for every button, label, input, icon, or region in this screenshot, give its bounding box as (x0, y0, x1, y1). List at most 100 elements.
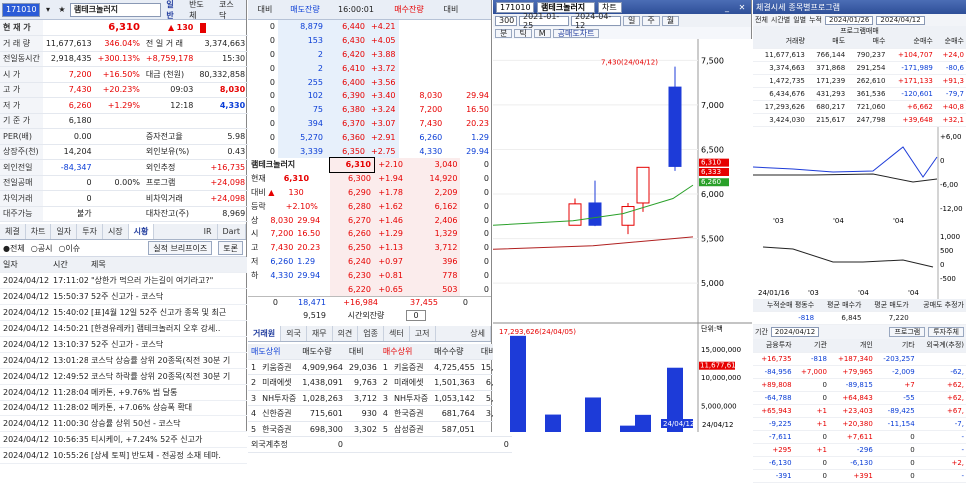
opt-cum[interactable]: 누적 (809, 15, 822, 25)
broker-row[interactable]: 3NH투자증1,028,2633,7123NH투자증1,053,1425,203 (248, 390, 512, 407)
week-button[interactable]: 주 (642, 15, 660, 26)
bid-row[interactable]: 하 4,330 29.94 6,230 +0.81 778 0 (248, 268, 492, 283)
broker-row[interactable]: 1키움증권4,909,96429,0361키움증권4,725,45515,314 (248, 359, 512, 376)
table-row: 전일공매 0 0.00% 프로그램 +24,098 (0, 175, 249, 191)
period-input[interactable]: 300 (495, 15, 517, 26)
candlestick-chart[interactable]: 7,500 7,000 6,500 6,000 5,500 5,000 7,430(24/0… (493, 39, 752, 432)
bid-qty: 1,329 (405, 226, 461, 241)
ask-row[interactable]: 0 8,879 6,440 +4.21 (248, 20, 492, 34)
news-row[interactable]: 2024/04/12 10:56:35 티시케이, +7.24% 52주 신고가 (0, 431, 247, 449)
news-row[interactable]: 2024/04/12 15:50:37 52주 신고가 - 코스닥 (0, 288, 247, 306)
candle[interactable] (621, 206, 635, 226)
ask-row[interactable]: 0 102 6,390 +3.40 8,030 29.94 (248, 88, 492, 103)
volume-bar[interactable] (585, 397, 601, 432)
star-icon[interactable]: ★ (56, 4, 68, 16)
stock-name-field[interactable]: 램테크놀러지 (69, 2, 162, 17)
from-date[interactable]: 2021-01-25 (519, 12, 569, 30)
bid-row[interactable]: 현재 6,310 6,300 +1.94 14,920 0 (248, 171, 492, 186)
broker-row[interactable]: 2미래에셋1,438,0919,7632미래에셋1,501,3636,341 (248, 374, 512, 391)
tab-invest[interactable]: 투자 (77, 224, 103, 239)
tab-chart[interactable]: 차트 (26, 224, 52, 239)
ir-button[interactable]: IR (199, 224, 218, 239)
tab-trade-quote[interactable]: 체결시세 (756, 2, 785, 13)
detail-button[interactable]: 상세 (465, 325, 491, 341)
news-row[interactable]: 2024/04/12 11:28:02 메카톤, +7.06% 상승폭 확대 (0, 400, 247, 417)
ob-col-diff: 대비 (257, 5, 273, 14)
investor-cell: +187,340 (828, 352, 875, 366)
minimize-icon[interactable]: _ (721, 1, 733, 13)
radio-notice[interactable]: ○공시 (31, 243, 53, 254)
m-button[interactable]: M (533, 28, 551, 38)
news-row[interactable]: 2024/04/12 13:01:28 코스닥 상승률 상위 20종목(직전 30분… (0, 352, 247, 369)
day-button[interactable]: 일 (623, 15, 641, 26)
candle[interactable] (668, 86, 682, 167)
dart-button[interactable]: Dart (218, 224, 246, 239)
program-button[interactable]: 프로그램 (889, 327, 926, 337)
investor-date[interactable]: 2024/04/12 (770, 327, 820, 337)
ask-row[interactable]: 0 3,339 6,350 +2.75 4,330 29.94 (248, 144, 492, 158)
ask-row[interactable]: 0 394 6,370 +3.07 7,430 20.23 (248, 116, 492, 131)
bid-row[interactable]: 시 7,200 16.50 6,260 +1.29 1,329 0 (248, 226, 492, 241)
investor-button[interactable]: 투자주체 (928, 327, 964, 337)
tick-button[interactable]: 틱 (514, 28, 532, 38)
bid-row[interactable]: 고 7,430 20.23 6,250 +1.13 3,712 0 (248, 240, 492, 255)
close-icon[interactable]: ✕ (736, 1, 748, 13)
news-row[interactable]: 2024/04/12 14:50:21 [한경유레카] 램테크놀러지 오후 강세.. (0, 320, 247, 337)
bid-row[interactable]: 등락 +2.10% 6,280 +1.62 6,162 0 (248, 199, 492, 214)
news-row[interactable]: 2024/04/12 17:11:02 "상한가 먹으러 가는길이 여기라고?" (0, 272, 247, 290)
tab-news[interactable]: 시황 (128, 224, 155, 239)
stock-code-input[interactable]: 171010 (2, 2, 40, 17)
news-row[interactable]: 2024/04/12 11:28:04 메카톤, +9.76% 범 달통 (0, 384, 247, 401)
tab-foreign[interactable]: 외국 (281, 325, 307, 341)
volume-bar[interactable] (620, 425, 636, 432)
ask-row[interactable]: 0 2 6,420 +3.88 (248, 47, 492, 62)
candle[interactable] (568, 203, 582, 226)
tab-market[interactable]: 시장 (103, 224, 129, 239)
bid-row[interactable]: 저 6,260 1.29 6,240 +0.97 396 0 (248, 254, 492, 269)
volume-bar[interactable] (545, 414, 561, 432)
tab-finance[interactable]: 재무 (307, 325, 333, 341)
brief-button[interactable]: 실적 브리프이즈 (148, 241, 213, 255)
search-icon[interactable]: ▾ (42, 4, 54, 16)
ask-row[interactable]: 0 2 6,410 +3.72 (248, 61, 492, 76)
minute-button[interactable]: 분 (495, 28, 513, 38)
news-row[interactable]: 2024/04/12 15:40:02 [표]4월 12일 52주 신고가 종목 및… (0, 304, 247, 322)
tab-daily[interactable]: 일자 (51, 224, 78, 239)
bid-row[interactable]: 대비 ▲ 130 6,290 +1.78 2,209 0 (248, 185, 492, 200)
tab-opinion[interactable]: 의견 (333, 325, 359, 341)
news-row[interactable]: 2024/04/12 12:49:52 코스닥 하락률 상위 20종목(직전 30분… (0, 368, 247, 385)
candle[interactable] (636, 166, 650, 204)
month-button[interactable]: 월 (661, 15, 680, 26)
volume-bar[interactable] (635, 414, 651, 432)
opt-all[interactable]: 전체 (755, 15, 768, 25)
tab-broker[interactable]: 거래원 (248, 325, 282, 341)
ask-row[interactable]: 0 255 6,400 +3.56 (248, 75, 492, 89)
bid-row[interactable]: 6,220 +0.65 503 0 (248, 282, 492, 296)
short-chart-button[interactable]: 공매도차트 (552, 28, 600, 38)
opt-time[interactable]: 시간별 (771, 15, 790, 25)
news-row[interactable]: 2024/04/12 10:55:26 [상세 토픽] 반도체 - 전공정 소재 테… (0, 447, 247, 465)
ask-row[interactable]: 0 5,270 6,360 +2.91 6,260 1.29 (248, 130, 492, 145)
tab-hilo[interactable]: 고저 (410, 325, 436, 341)
news-row[interactable]: 2024/04/12 13:10:37 52주 신고가 - 코스닥 (0, 336, 247, 353)
right-to[interactable]: 2024/04/12 (876, 15, 925, 25)
tab-trade[interactable]: 체결 (0, 224, 26, 239)
radio-all[interactable]: ●전체 (3, 243, 25, 254)
volume-bar[interactable] (510, 335, 526, 432)
broker-row[interactable]: 4신한증권715,6019304한국증권681,7643,074 (248, 405, 512, 422)
bid-row[interactable]: 램테크놀러지 6,310 +2.10 3,040 0 (248, 156, 492, 173)
tab-industry[interactable]: 업종 (358, 325, 385, 341)
candle[interactable] (588, 202, 602, 226)
ask-row[interactable]: 0 75 6,380 +3.24 7,200 16.50 (248, 102, 492, 117)
radio-issue[interactable]: ○이슈 (58, 243, 80, 254)
right-from[interactable]: 2024/01/26 (825, 15, 874, 25)
news-row[interactable]: 2024/04/12 11:00:30 상승률 상위 50선 - 코스닥 (0, 415, 247, 433)
tab-program[interactable]: 종목별프로그램 (788, 2, 840, 13)
to-date[interactable]: 2024-04-12 (571, 12, 621, 30)
bid-row[interactable]: 상 8,030 29.94 6,270 +1.46 2,406 0 (248, 213, 492, 227)
discussion-button[interactable]: 토론 (218, 241, 243, 255)
tab-sector[interactable]: 섹터 (384, 325, 410, 341)
opt-daily[interactable]: 일별 (793, 15, 806, 25)
broker-row[interactable]: 5한국증권698,3003,3025삼성증권587,051185 (248, 421, 512, 438)
ask-row[interactable]: 0 153 6,430 +4.05 (248, 33, 492, 48)
